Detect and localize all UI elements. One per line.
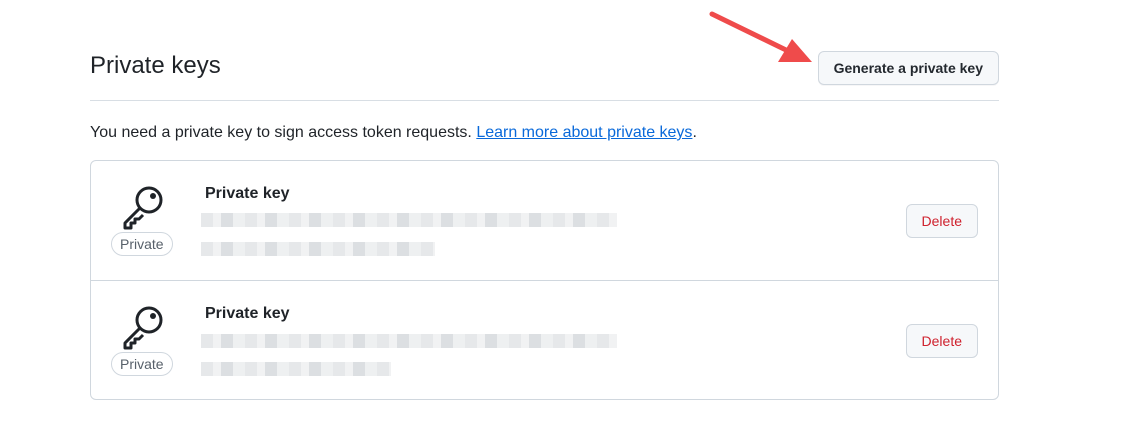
visibility-badge: Private: [111, 232, 173, 256]
private-key-row: Private Private key Delete: [91, 280, 998, 399]
page-title: Private keys: [90, 52, 221, 79]
description-suffix: .: [692, 124, 697, 141]
section-header: Private keys Generate a private key: [90, 40, 999, 101]
key-title: Private key: [205, 185, 290, 202]
private-keys-page: Private keys Generate a private key You …: [0, 0, 1136, 426]
description-text: You need a private key to sign access to…: [90, 124, 477, 141]
annotation-arrow-icon: [709, 11, 812, 62]
redacted-fingerprint: [201, 334, 617, 348]
redacted-date: [201, 362, 391, 376]
redacted-fingerprint: [201, 213, 617, 227]
private-key-row: Private Private key Delete: [91, 161, 998, 280]
key-title: Private key: [205, 305, 290, 322]
description: You need a private key to sign access to…: [90, 124, 697, 142]
learn-more-link[interactable]: Learn more about private keys: [476, 124, 692, 141]
redacted-date: [201, 242, 435, 256]
key-icon: [123, 186, 163, 230]
visibility-badge: Private: [111, 352, 173, 376]
delete-key-button[interactable]: Delete: [905, 204, 978, 238]
delete-key-button[interactable]: Delete: [905, 324, 978, 358]
key-icon: [123, 306, 163, 350]
generate-private-key-button[interactable]: Generate a private key: [817, 51, 999, 85]
private-key-list: Private Private key Delete Private Priva…: [90, 160, 999, 400]
